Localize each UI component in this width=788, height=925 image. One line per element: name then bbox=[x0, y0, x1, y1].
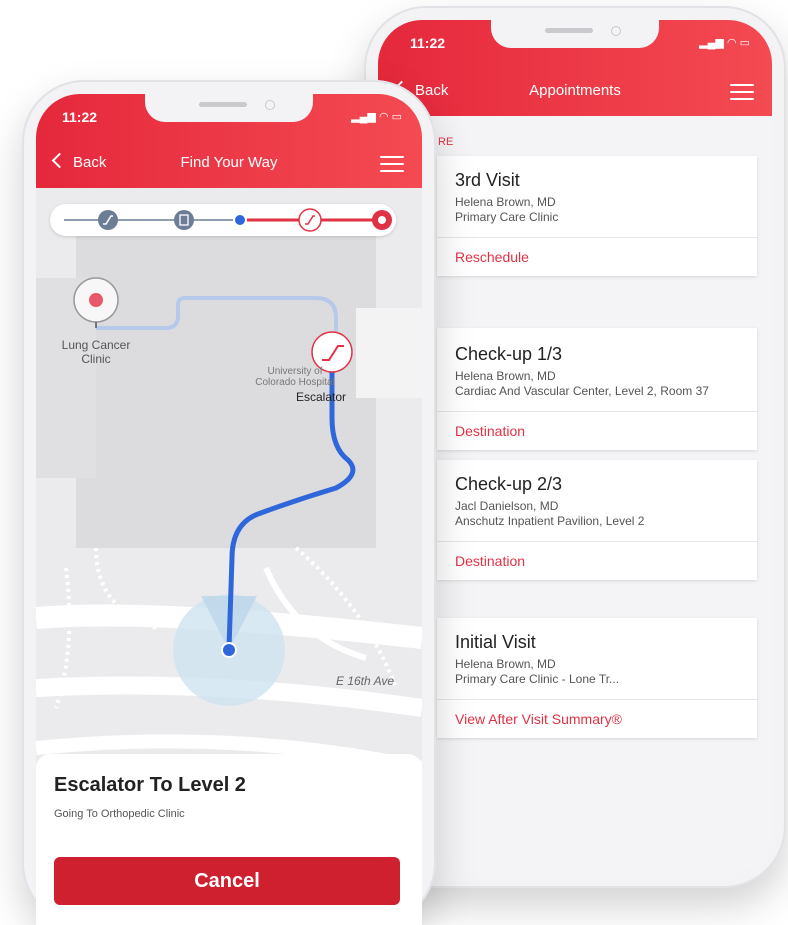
appointments-navbar: Back Appointments bbox=[378, 70, 772, 114]
cancel-button[interactable]: Cancel bbox=[54, 857, 400, 905]
page-title: Appointments bbox=[529, 82, 621, 99]
destination-link[interactable]: Destination bbox=[437, 541, 757, 580]
current-location-dot bbox=[221, 642, 237, 658]
appointment-doctor: Helena Brown, MD bbox=[455, 657, 556, 671]
appointment-title: Check-up 2/3 bbox=[455, 474, 563, 494]
destination-link[interactable]: Destination bbox=[437, 411, 757, 450]
appointment-doctor: Helena Brown, MD bbox=[455, 369, 556, 383]
map-canvas bbox=[36, 188, 422, 848]
status-time: 11:22 bbox=[410, 35, 446, 51]
escalator-label: Escalator bbox=[296, 390, 347, 404]
map-view[interactable]: Lung Cancer Clinic University of Colorad… bbox=[36, 188, 422, 848]
status-bar: 11:22 ▂▄▆ ◠ ▭ bbox=[36, 94, 422, 138]
section-label: RE bbox=[438, 136, 454, 148]
progress-steps bbox=[64, 208, 392, 232]
signal-wifi-battery-icon: ▂▄▆ ◠ ▭ bbox=[699, 37, 750, 49]
hospital-label: University of Colorado Hospital bbox=[255, 366, 335, 388]
appointment-location: Primary Care Clinic bbox=[455, 210, 559, 224]
menu-icon[interactable] bbox=[730, 84, 754, 100]
appointment-location: Anschutz Inpatient Pavilion, Level 2 bbox=[455, 514, 645, 528]
appointment-title: Check-up 1/3 bbox=[455, 344, 563, 364]
current-step-dot bbox=[233, 213, 247, 227]
appointment-location: Cardiac And Vascular Center, Level 2, Ro… bbox=[455, 384, 709, 398]
appointment-title: Initial Visit bbox=[455, 632, 536, 652]
wayfinding-navbar: Back Find Your Way bbox=[36, 142, 422, 186]
elevator-step-icon bbox=[174, 210, 194, 230]
appointments-header: 11:22 ▂▄▆ ◠ ▭ Back Appointments bbox=[378, 20, 772, 116]
clinic-label: Lung Cancer Clinic bbox=[61, 338, 131, 366]
direction-title: Escalator To Level 2 bbox=[54, 774, 246, 796]
page-title: Find Your Way bbox=[180, 154, 278, 171]
route-progress-bar bbox=[50, 204, 396, 236]
appointment-doctor: Jacl Danielson, MD bbox=[455, 499, 559, 513]
wayfinding-header: 11:22 ▂▄▆ ◠ ▭ Back Find Your Way bbox=[36, 94, 422, 188]
status-bar: 11:22 ▂▄▆ ◠ ▭ bbox=[378, 20, 772, 64]
appointment-card[interactable]: Check-up 2/3 Jacl Danielson, MD Anschutz… bbox=[437, 460, 757, 580]
appointment-location: Primary Care Clinic - Lone Tr... bbox=[455, 672, 620, 686]
reschedule-link[interactable]: Reschedule bbox=[437, 237, 757, 276]
direction-subtitle: Going To Orthopedic Clinic bbox=[54, 808, 185, 820]
wayfinding-phone: 11:22 ▂▄▆ ◠ ▭ Back Find Your Way Lung Ca… bbox=[22, 80, 436, 925]
wayfinding-screen: 11:22 ▂▄▆ ◠ ▭ Back Find Your Way Lung Ca… bbox=[36, 94, 422, 925]
directions-sheet: Escalator To Level 2 Going To Orthopedic… bbox=[36, 754, 422, 925]
signal-wifi-battery-icon: ▂▄▆ ◠ ▭ bbox=[351, 111, 402, 123]
view-summary-link[interactable]: View After Visit Summary® bbox=[437, 699, 757, 738]
menu-icon[interactable] bbox=[380, 156, 404, 172]
appointment-card[interactable]: 3rd Visit Helena Brown, MD Primary Care … bbox=[437, 156, 757, 276]
appointment-title: 3rd Visit bbox=[455, 170, 520, 190]
appointment-doctor: Helena Brown, MD bbox=[455, 195, 556, 209]
notch bbox=[145, 94, 313, 122]
status-time: 11:22 bbox=[62, 109, 98, 125]
appointment-card[interactable]: Check-up 1/3 Helena Brown, MD Cardiac An… bbox=[437, 328, 757, 450]
street-label: E 16th Ave bbox=[336, 674, 395, 688]
appointment-card[interactable]: Initial Visit Helena Brown, MD Primary C… bbox=[437, 618, 757, 738]
notch bbox=[491, 20, 659, 48]
appointments-screen: 11:22 ▂▄▆ ◠ ▭ Back Appointments RE 3rd V… bbox=[378, 20, 772, 874]
